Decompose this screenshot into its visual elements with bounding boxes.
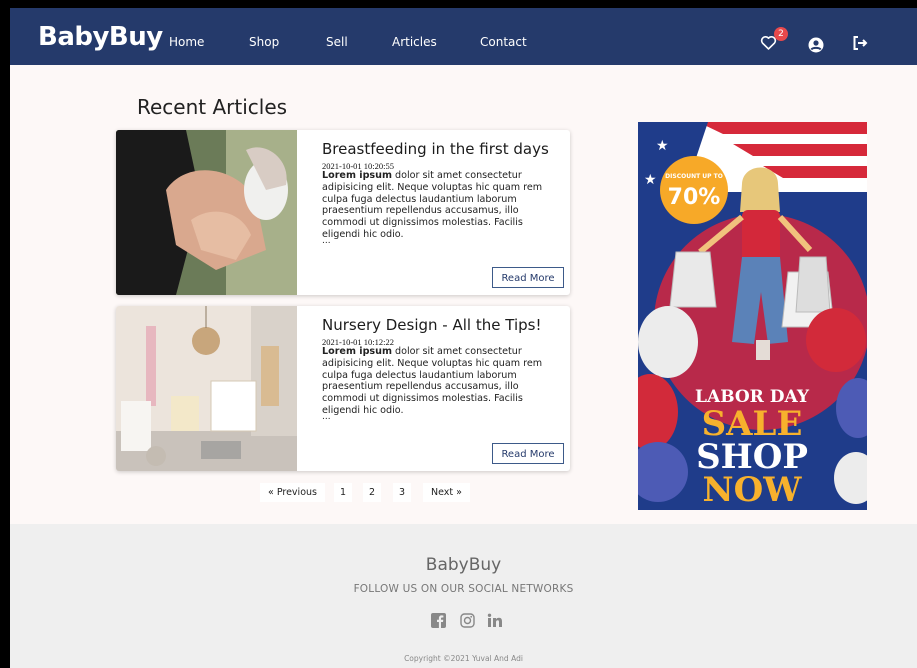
- article-image-nursery[interactable]: [116, 306, 297, 471]
- svg-text:★: ★: [656, 138, 669, 154]
- pagination-previous[interactable]: « Previous: [260, 483, 325, 502]
- copyright-text: Copyright ©2021 Yuval And Adi: [404, 654, 523, 663]
- article-card: Nursery Design - All the Tips! 2021-10-0…: [116, 306, 570, 471]
- svg-text:★: ★: [644, 172, 657, 188]
- pagination-page-3[interactable]: 3: [393, 483, 411, 502]
- footer: BabyBuy FOLLOW US ON OUR SOCIAL NETWORKS…: [10, 524, 917, 668]
- nav-contact[interactable]: Contact: [480, 35, 527, 49]
- article-excerpt: Lorem ipsum dolor sit amet consectetur a…: [322, 170, 552, 241]
- ad-line-4: NOW: [703, 470, 803, 510]
- nav-home[interactable]: Home: [169, 35, 204, 49]
- pagination-page-2[interactable]: 2: [363, 483, 381, 502]
- article-title[interactable]: Nursery Design - All the Tips!: [322, 316, 541, 334]
- pagination-page-1[interactable]: 1: [334, 483, 352, 502]
- article-lead: Lorem ipsum: [322, 170, 392, 181]
- read-more-button[interactable]: Read More: [492, 267, 564, 288]
- user-icon[interactable]: [806, 35, 826, 55]
- footer-follow-text: FOLLOW US ON OUR SOCIAL NETWORKS: [353, 583, 574, 595]
- facebook-icon[interactable]: [429, 611, 447, 629]
- nav-sell[interactable]: Sell: [326, 35, 348, 49]
- read-more-button[interactable]: Read More: [492, 443, 564, 464]
- brand-logo[interactable]: BabyBuy: [38, 22, 163, 52]
- ad-discount-label: DISCOUNT UP TO: [665, 173, 723, 180]
- article-ellipsis: ...: [322, 412, 331, 422]
- page-frame: BabyBuy Home Shop Sell Articles Contact …: [10, 8, 917, 668]
- article-excerpt: Lorem ipsum dolor sit amet consectetur a…: [322, 346, 552, 417]
- ad-banner[interactable]: ★ ★ ★ DISCOUNT UP TO 70%: [638, 122, 867, 510]
- nav-shop[interactable]: Shop: [249, 35, 279, 49]
- article-lead: Lorem ipsum: [322, 346, 392, 357]
- article-image-breastfeeding[interactable]: [116, 130, 297, 295]
- ad-discount-value: 70%: [668, 185, 721, 210]
- article-card: Breastfeeding in the first days 2021-10-…: [116, 130, 570, 295]
- page-title: Recent Articles: [137, 95, 288, 119]
- pagination-next[interactable]: Next »: [423, 483, 470, 502]
- article-ellipsis: ...: [322, 236, 331, 246]
- linkedin-icon[interactable]: [486, 611, 504, 629]
- wishlist-count-badge: 2: [774, 27, 788, 41]
- nav-articles[interactable]: Articles: [392, 35, 437, 49]
- instagram-icon[interactable]: [458, 611, 476, 629]
- navbar: BabyBuy Home Shop Sell Articles Contact …: [10, 8, 917, 65]
- article-title[interactable]: Breastfeeding in the first days: [322, 140, 549, 158]
- logout-icon[interactable]: [850, 33, 870, 53]
- footer-brand: BabyBuy: [425, 555, 502, 575]
